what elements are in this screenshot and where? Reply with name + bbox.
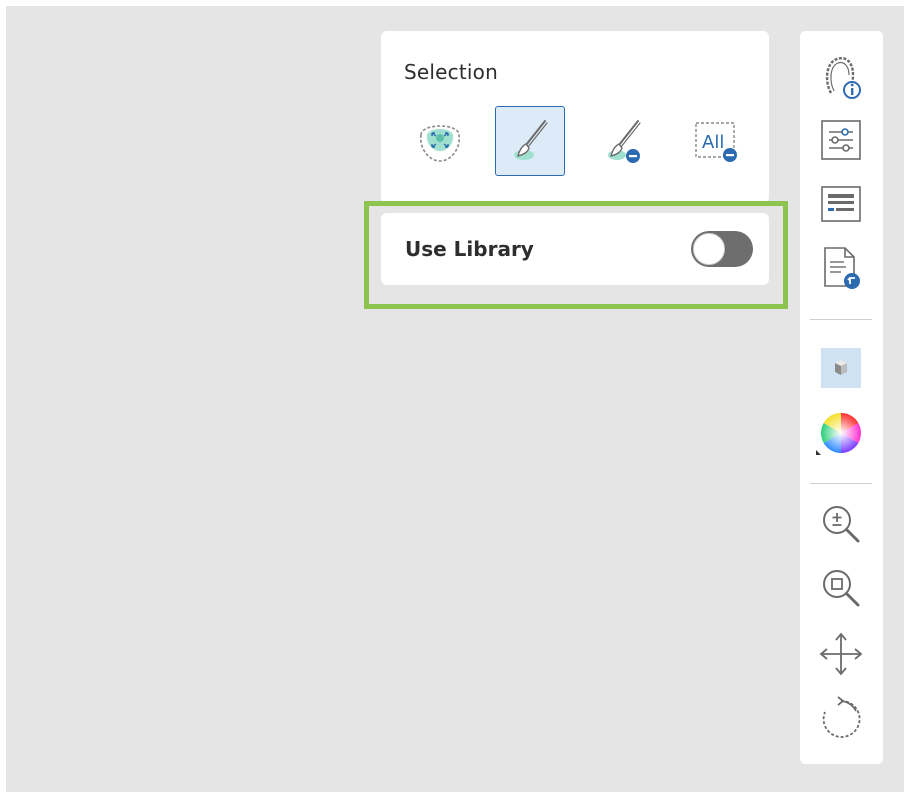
auto-select-button[interactable] bbox=[405, 106, 475, 176]
auto-select-icon bbox=[419, 125, 461, 162]
toolbar-divider bbox=[810, 319, 872, 320]
sliders-settings-icon bbox=[821, 120, 861, 160]
color-wheel-icon bbox=[816, 413, 861, 455]
color-wheel-button[interactable] bbox=[816, 408, 866, 458]
use-library-panel: Use Library bbox=[381, 213, 769, 285]
brush-paint-button[interactable] bbox=[495, 106, 565, 176]
pan-move-button[interactable] bbox=[816, 629, 866, 679]
keyboard-button[interactable] bbox=[816, 179, 866, 229]
document-export-icon bbox=[824, 247, 860, 289]
select-all-icon: All bbox=[695, 122, 737, 162]
cube-view-button[interactable] bbox=[816, 343, 866, 393]
pan-move-icon bbox=[819, 632, 863, 676]
use-library-toggle[interactable] bbox=[691, 231, 753, 267]
rotate-button[interactable] bbox=[816, 694, 866, 744]
keyboard-icon bbox=[821, 186, 861, 222]
brush-erase-icon bbox=[608, 120, 641, 163]
rotate-icon bbox=[822, 696, 861, 738]
select-all-label: All bbox=[702, 132, 724, 153]
cube-view-icon bbox=[821, 348, 861, 388]
zoom-in-icon bbox=[823, 506, 860, 543]
selection-panel: Selection All bbox=[381, 31, 769, 203]
zoom-fit-button[interactable] bbox=[816, 563, 866, 613]
jaw-info-button[interactable] bbox=[816, 52, 866, 102]
toolbar-divider-2 bbox=[810, 483, 872, 484]
jaw-info-icon bbox=[825, 57, 861, 99]
zoom-in-button[interactable] bbox=[816, 499, 866, 549]
selection-title: Selection bbox=[404, 60, 498, 84]
select-all-button[interactable]: All bbox=[682, 106, 752, 176]
toggle-knob bbox=[693, 233, 725, 265]
zoom-fit-icon bbox=[823, 570, 860, 607]
settings-sliders-button[interactable] bbox=[816, 115, 866, 165]
use-library-label: Use Library bbox=[405, 237, 534, 261]
document-export-button[interactable] bbox=[816, 243, 866, 293]
right-toolbar bbox=[800, 31, 883, 764]
brush-paint-icon bbox=[514, 120, 548, 160]
brush-erase-button[interactable] bbox=[590, 106, 660, 176]
